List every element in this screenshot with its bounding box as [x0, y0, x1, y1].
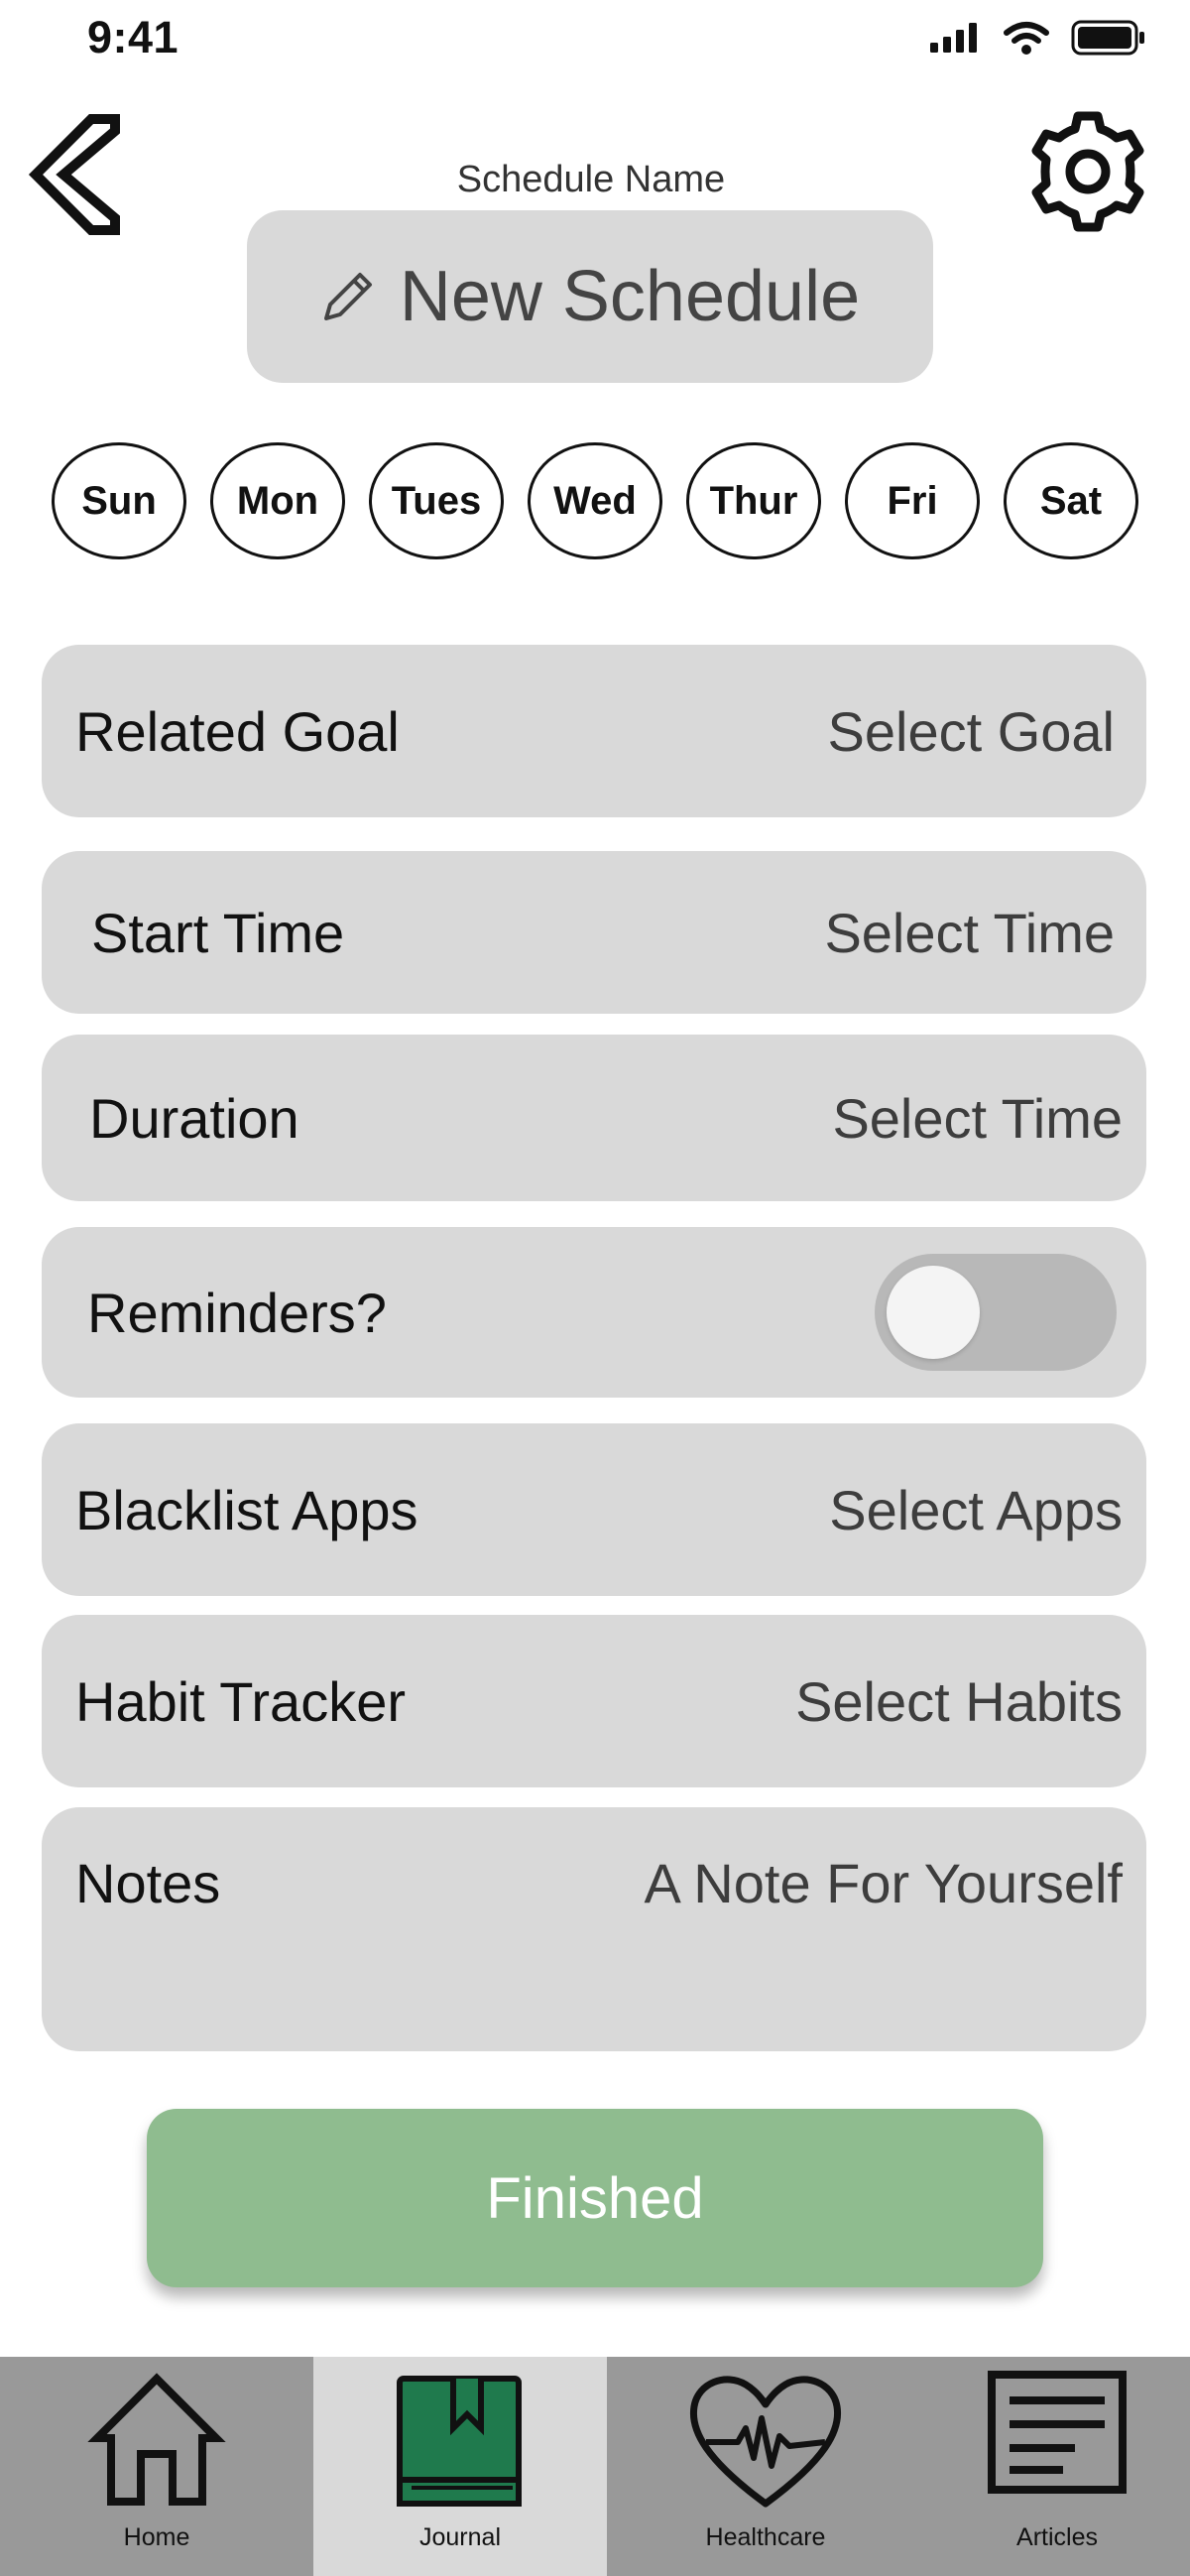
day-wed[interactable]: Wed — [528, 442, 662, 559]
blacklist-apps-value: Select Apps — [829, 1478, 1123, 1541]
related-goal-label: Related Goal — [75, 699, 400, 763]
tab-journal[interactable]: Journal — [313, 2357, 607, 2576]
day-thur[interactable]: Thur — [686, 442, 821, 559]
wifi-icon — [1004, 22, 1049, 55]
cellular-signal-icon — [930, 23, 977, 53]
reminders-row: Reminders? — [42, 1227, 1146, 1398]
duration-value: Select Time — [832, 1086, 1123, 1150]
day-tues[interactable]: Tues — [369, 442, 504, 559]
habit-tracker-value: Select Habits — [795, 1669, 1123, 1733]
day-sun[interactable]: Sun — [52, 442, 186, 559]
battery-icon — [1071, 20, 1144, 56]
related-goal-value: Select Goal — [827, 699, 1116, 763]
tab-healthcare-label: Healthcare — [705, 2523, 826, 2551]
settings-button[interactable] — [1023, 107, 1152, 236]
tab-healthcare[interactable]: Healthcare — [607, 2357, 924, 2576]
pencil-icon — [323, 273, 372, 320]
reminders-label: Reminders? — [87, 1281, 387, 1344]
gear-icon — [1031, 111, 1144, 232]
tab-home[interactable]: Home — [0, 2357, 313, 2576]
schedule-name-label: Schedule Name — [456, 159, 726, 200]
bottom-tab-bar: Home Journal Healthcare Articles — [0, 2357, 1190, 2576]
status-time: 9:41 — [87, 12, 179, 62]
notes-label: Notes — [75, 1852, 221, 1914]
day-selector: Sun Mon Tues Wed Thur Fri Sat — [52, 442, 1138, 559]
day-sat[interactable]: Sat — [1004, 442, 1138, 559]
duration-row[interactable]: Duration Select Time — [42, 1035, 1146, 1201]
start-time-label: Start Time — [91, 901, 345, 964]
duration-label: Duration — [89, 1086, 299, 1150]
day-fri[interactable]: Fri — [845, 442, 980, 559]
day-mon[interactable]: Mon — [210, 442, 345, 559]
blacklist-apps-row[interactable]: Blacklist Apps Select Apps — [42, 1423, 1146, 1596]
tab-articles[interactable]: Articles — [924, 2357, 1190, 2576]
schedule-name-field[interactable]: New Schedule — [247, 210, 933, 383]
schedule-name-value: New Schedule — [399, 257, 861, 336]
related-goal-row[interactable]: Related Goal Select Goal — [42, 645, 1146, 817]
finished-button[interactable]: Finished — [147, 2109, 1043, 2287]
heart-pulse-icon — [689, 2376, 842, 2508]
start-time-value: Select Time — [824, 901, 1115, 964]
blacklist-apps-label: Blacklist Apps — [75, 1478, 418, 1541]
status-icons — [930, 20, 1146, 56]
tab-home-label: Home — [123, 2523, 190, 2551]
reminders-toggle[interactable] — [875, 1254, 1117, 1371]
article-icon — [988, 2371, 1127, 2494]
journal-icon — [397, 2376, 522, 2507]
tab-journal-label: Journal — [419, 2523, 501, 2551]
tab-articles-label: Articles — [1016, 2523, 1098, 2551]
toggle-knob — [887, 1266, 980, 1359]
home-icon — [87, 2373, 226, 2506]
notes-placeholder: A Note For Yourself — [644, 1852, 1123, 1914]
habit-tracker-row[interactable]: Habit Tracker Select Habits — [42, 1615, 1146, 1787]
habit-tracker-label: Habit Tracker — [75, 1669, 406, 1733]
notes-field[interactable]: Notes A Note For Yourself — [42, 1807, 1146, 2051]
start-time-row[interactable]: Start Time Select Time — [42, 851, 1146, 1014]
